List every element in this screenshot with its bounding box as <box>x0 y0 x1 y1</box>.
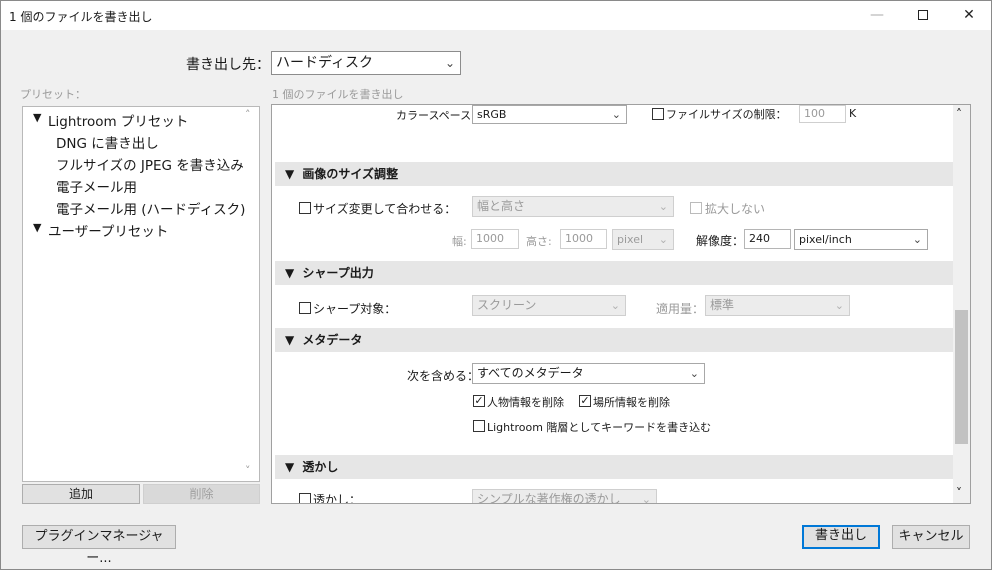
width-label: 幅: <box>452 235 467 248</box>
sharpen-amount-label: 適用量： <box>656 302 705 316</box>
preset-item-email[interactable]: 電子メール用 <box>56 176 137 196</box>
color-space-select[interactable]: sRGB ⌄ <box>472 105 627 124</box>
preset-group-user[interactable]: ユーザープリセット <box>48 220 168 240</box>
file-size-limit-checkbox[interactable] <box>652 108 664 120</box>
destination-select[interactable]: ハードディスク ⌄ <box>271 51 461 75</box>
write-keywords-hierarchy-label: Lightroom 階層としてキーワードを書き込む <box>487 421 712 434</box>
dont-enlarge-label: 拡大しない <box>705 202 766 216</box>
file-size-limit-input[interactable]: 100 <box>799 105 846 123</box>
height-label: 高さ: <box>526 235 552 248</box>
destination-value: ハードディスク <box>276 55 374 71</box>
summary-label: 1 個のファイルを書き出し <box>272 88 404 101</box>
sharpen-amount-value: 標準 <box>710 298 735 312</box>
height-input[interactable]: 1000 <box>560 229 607 249</box>
delete-preset-button[interactable]: 削除 <box>143 484 260 504</box>
sharpening-header[interactable]: ▼ シャープ出力 <box>275 261 953 285</box>
chevron-down-icon: ⌄ <box>611 108 621 121</box>
presets-label: プリセット： <box>20 88 86 101</box>
resize-mode-value: 幅と高さ <box>477 199 526 213</box>
preset-scroll-down-icon[interactable]: ˅ <box>245 464 251 477</box>
watermark-value: シンプルな著作権の透かし <box>477 492 621 504</box>
chevron-down-icon: ⌄ <box>912 233 922 246</box>
add-preset-button[interactable]: 追加 <box>22 484 140 504</box>
resize-label: サイズ変更して合わせる： <box>313 202 457 216</box>
preset-item-fullsize-jpeg[interactable]: フルサイズの JPEG を書き込み <box>56 154 244 174</box>
resize-mode-select[interactable]: 幅と高さ ⌄ <box>472 196 674 217</box>
sharpen-for-select[interactable]: スクリーン ⌄ <box>472 295 626 316</box>
write-keywords-hierarchy-checkbox[interactable] <box>473 420 485 432</box>
chevron-down-icon: ⌄ <box>641 493 651 504</box>
metadata-include-select[interactable]: すべてのメタデータ ⌄ <box>472 363 705 384</box>
scroll-up-icon[interactable]: ˄ <box>956 107 962 121</box>
size-unit-value: pixel <box>617 233 644 246</box>
collapse-triangle-icon: ▼ <box>285 266 295 280</box>
size-unit-select[interactable]: pixel ⌄ <box>612 229 674 250</box>
destination-label: 書き出し先： <box>186 57 270 73</box>
resolution-unit-select[interactable]: pixel/inch ⌄ <box>794 229 928 250</box>
chevron-down-icon: ⌄ <box>834 299 844 312</box>
settings-panel: カラースペース： sRGB ⌄ ファイルサイズの制限： 100 K ▼ 画像のサ… <box>271 104 971 504</box>
collapse-triangle-icon: ▼ <box>285 460 295 474</box>
color-space-value: sRGB <box>477 108 507 121</box>
preset-scroll-up-icon[interactable]: ˄ <box>245 108 251 121</box>
preset-item-dng[interactable]: DNG に書き出し <box>56 132 159 152</box>
settings-scrollbar-thumb[interactable] <box>955 310 968 444</box>
close-button[interactable]: ✕ <box>946 1 992 30</box>
watermark-label: 透かし： <box>313 493 362 504</box>
remove-person-info-label: 人物情報を削除 <box>487 396 564 409</box>
watermark-checkbox[interactable] <box>299 493 311 503</box>
sharpen-amount-select[interactable]: 標準 ⌄ <box>705 295 850 316</box>
file-size-unit: K <box>849 107 857 120</box>
window-title: 1 個のファイルを書き出し <box>9 10 153 24</box>
cancel-button[interactable]: キャンセル <box>892 525 970 549</box>
file-size-limit-label: ファイルサイズの制限： <box>666 108 787 121</box>
maximize-button[interactable] <box>900 1 946 30</box>
plugin-manager-button[interactable]: プラグインマネージャー... <box>22 525 176 566</box>
expand-triangle-icon[interactable]: ▼ <box>33 111 41 124</box>
sharpen-for-label: シャープ対象： <box>313 302 397 316</box>
metadata-include-value: すべてのメタデータ <box>477 366 584 380</box>
remove-location-info-label: 場所情報を削除 <box>593 396 670 409</box>
watermark-header[interactable]: ▼ 透かし <box>275 455 953 479</box>
image-sizing-title: 画像のサイズ調整 <box>302 167 399 181</box>
watermark-title: 透かし <box>302 460 339 474</box>
preset-item-email-harddisk[interactable]: 電子メール用 (ハードディスク) <box>56 198 245 218</box>
width-input[interactable]: 1000 <box>471 229 519 249</box>
chevron-down-icon: ⌄ <box>658 233 668 246</box>
collapse-triangle-icon: ▼ <box>285 167 295 181</box>
sharpen-for-value: スクリーン <box>477 298 537 312</box>
remove-location-info-checkbox[interactable]: ✓ <box>579 395 591 407</box>
resolution-unit-value: pixel/inch <box>799 233 852 246</box>
resize-checkbox[interactable] <box>299 202 311 214</box>
color-space-label: カラースペース： <box>396 109 483 122</box>
chevron-down-icon: ⌄ <box>658 200 668 213</box>
preset-group-lightroom[interactable]: Lightroom プリセット <box>48 110 188 130</box>
chevron-down-icon: ⌄ <box>444 56 455 70</box>
remove-person-info-checkbox[interactable]: ✓ <box>473 395 485 407</box>
export-button[interactable]: 書き出し <box>802 525 880 549</box>
metadata-header[interactable]: ▼ メタデータ <box>275 328 953 352</box>
maximize-icon <box>918 10 928 20</box>
minimize-button[interactable]: — <box>854 1 900 30</box>
resolution-label: 解像度： <box>696 234 745 248</box>
chevron-down-icon: ⌄ <box>689 367 699 380</box>
chevron-down-icon: ⌄ <box>610 299 620 312</box>
metadata-title: メタデータ <box>302 333 363 347</box>
resolution-input[interactable]: 240 <box>744 229 791 249</box>
metadata-include-label: 次を含める： <box>407 369 480 383</box>
sharpen-checkbox[interactable] <box>299 302 311 314</box>
dont-enlarge-checkbox[interactable] <box>690 202 702 214</box>
scroll-down-icon[interactable]: ˅ <box>956 486 962 500</box>
watermark-select[interactable]: シンプルな著作権の透かし ⌄ <box>472 489 657 504</box>
collapse-triangle-icon: ▼ <box>285 333 295 347</box>
image-sizing-header[interactable]: ▼ 画像のサイズ調整 <box>275 162 953 186</box>
sharpening-title: シャープ出力 <box>302 266 374 280</box>
expand-triangle-icon[interactable]: ▼ <box>33 221 41 234</box>
